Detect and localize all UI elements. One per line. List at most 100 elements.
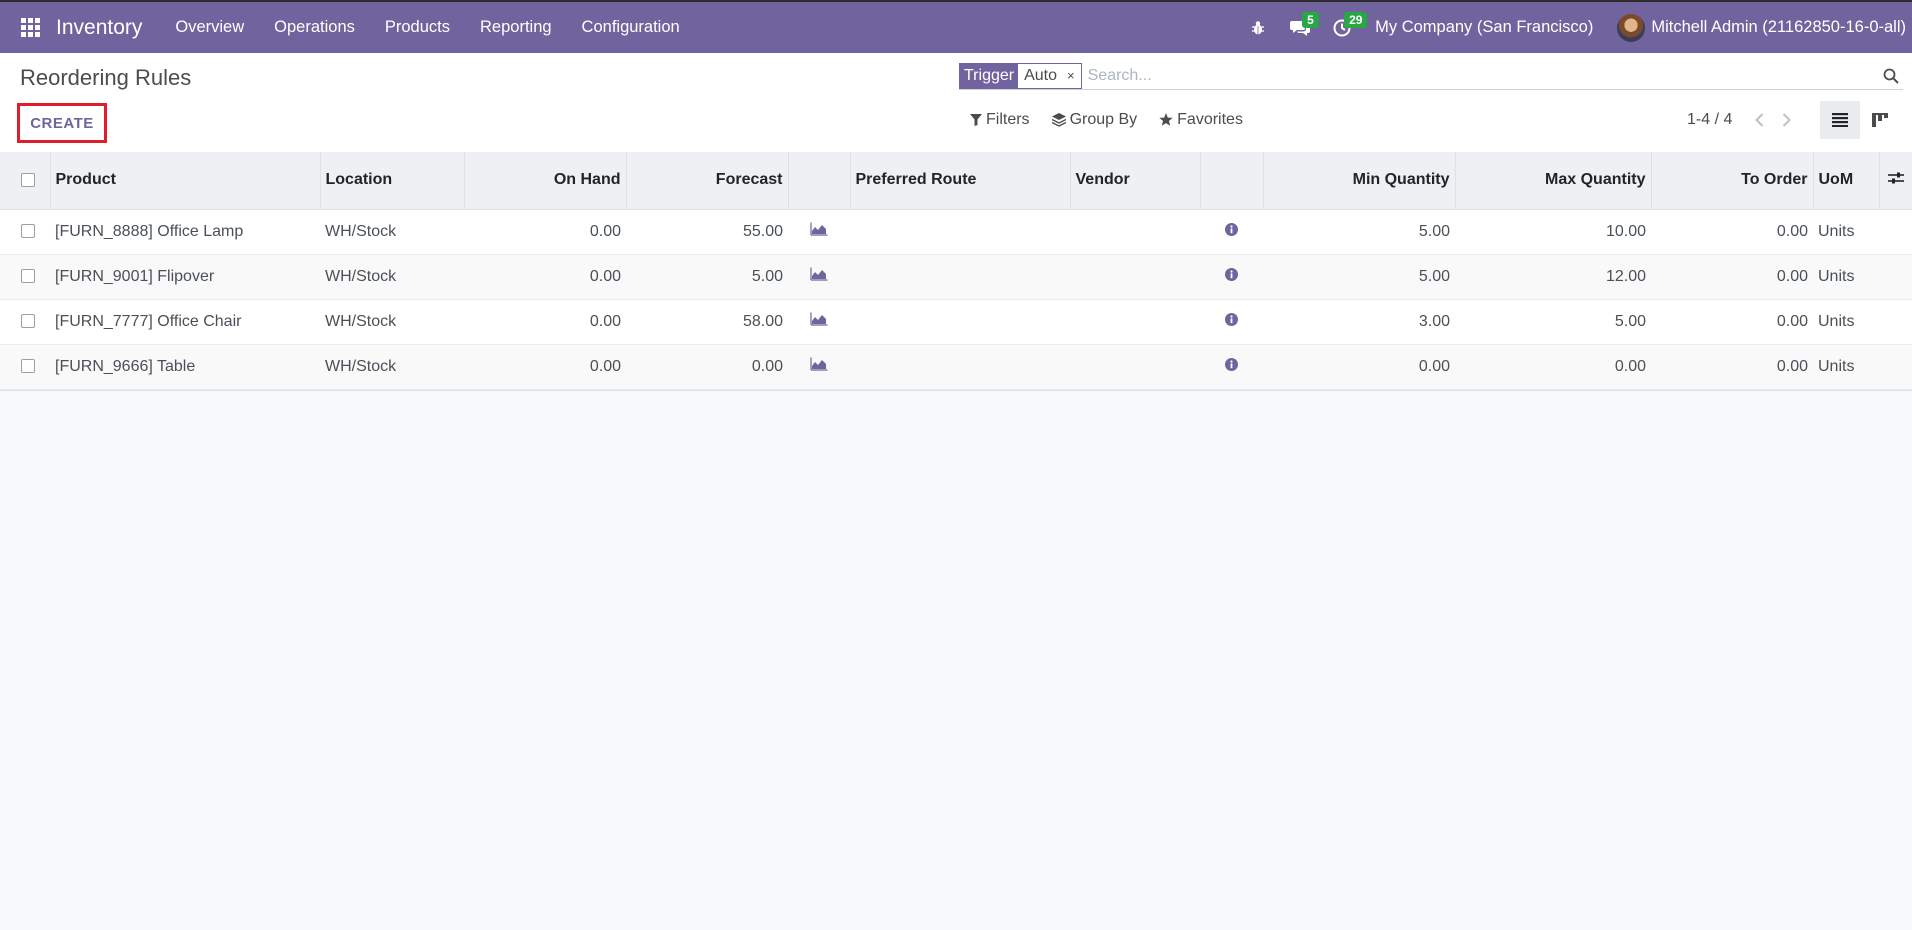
cell-min-quantity[interactable]: 5.00: [1263, 209, 1455, 255]
table-row[interactable]: [FURN_7777] Office Chair WH/Stock 0.00 5…: [0, 299, 1912, 345]
cell-max-quantity[interactable]: 0.00: [1455, 344, 1651, 390]
cell-vendor[interactable]: [1070, 209, 1200, 255]
forecast-graph-icon[interactable]: [788, 209, 850, 255]
activities-clock-icon[interactable]: 29: [1321, 2, 1368, 53]
company-switcher[interactable]: My Company (San Francisco): [1363, 18, 1617, 37]
cell-min-quantity[interactable]: 0.00: [1263, 344, 1455, 390]
column-min-quantity[interactable]: Min Quantity: [1263, 152, 1456, 210]
forecast-graph-icon[interactable]: [788, 254, 850, 300]
app-brand[interactable]: Inventory: [56, 16, 142, 40]
row-checkbox[interactable]: [0, 299, 50, 345]
cell-empty: [1879, 299, 1912, 345]
cell-forecast[interactable]: 0.00: [626, 344, 788, 390]
column-on-hand[interactable]: On Hand: [464, 152, 627, 210]
create-button[interactable]: CREATE: [17, 103, 107, 143]
search-input[interactable]: [1087, 62, 1879, 89]
search-bar: Trigger Auto ×: [959, 62, 1903, 90]
column-forecast[interactable]: Forecast: [626, 152, 789, 210]
column-to-order[interactable]: To Order: [1651, 152, 1814, 210]
cell-product[interactable]: [FURN_9001] Flipover: [50, 254, 320, 300]
row-checkbox[interactable]: [0, 344, 50, 390]
cell-min-quantity[interactable]: 3.00: [1263, 299, 1455, 345]
pager-value[interactable]: 1-4 / 4: [1687, 111, 1732, 129]
cell-product[interactable]: [FURN_8888] Office Lamp: [50, 209, 320, 255]
cell-product[interactable]: [FURN_9666] Table: [50, 344, 320, 390]
cell-vendor[interactable]: [1070, 254, 1200, 300]
column-vendor[interactable]: Vendor: [1070, 152, 1201, 210]
cell-location[interactable]: WH/Stock: [320, 254, 464, 300]
column-uom[interactable]: UoM: [1813, 152, 1880, 210]
cell-preferred-route[interactable]: [850, 299, 1070, 345]
row-checkbox[interactable]: [0, 209, 50, 255]
column-max-quantity[interactable]: Max Quantity: [1455, 152, 1652, 210]
info-icon[interactable]: [1200, 344, 1263, 390]
list-view-icon[interactable]: [1820, 101, 1860, 139]
pager-previous-icon[interactable]: [1746, 113, 1773, 127]
favorites-button[interactable]: Favorites: [1159, 111, 1243, 129]
user-menu[interactable]: Mitchell Admin (21162850-16-0-all): [1617, 13, 1912, 42]
apps-menu-icon[interactable]: [0, 2, 60, 53]
messages-badge: 5: [1302, 12, 1319, 28]
forecast-graph-icon[interactable]: [788, 344, 850, 390]
info-icon[interactable]: [1200, 299, 1263, 345]
menu-overview[interactable]: Overview: [160, 2, 259, 53]
cell-to-order[interactable]: 0.00: [1651, 254, 1813, 300]
cell-vendor[interactable]: [1070, 344, 1200, 390]
menu-reporting[interactable]: Reporting: [465, 2, 567, 53]
search-icon[interactable]: [1879, 64, 1903, 88]
cell-on-hand[interactable]: 0.00: [464, 209, 626, 255]
cell-empty: [1879, 344, 1912, 390]
forecast-graph-icon[interactable]: [788, 299, 850, 345]
group-by-button[interactable]: Group By: [1051, 111, 1137, 129]
messages-icon[interactable]: 5: [1279, 2, 1321, 53]
cell-location[interactable]: WH/Stock: [320, 344, 464, 390]
cell-uom[interactable]: Units: [1813, 344, 1879, 390]
debug-bug-icon[interactable]: [1237, 2, 1279, 53]
row-checkbox[interactable]: [0, 254, 50, 300]
facet-remove-icon[interactable]: ×: [1061, 63, 1081, 88]
cell-forecast[interactable]: 55.00: [626, 209, 788, 255]
column-location[interactable]: Location: [320, 152, 465, 210]
column-product[interactable]: Product: [50, 152, 321, 210]
cell-max-quantity[interactable]: 12.00: [1455, 254, 1651, 300]
cell-uom[interactable]: Units: [1813, 254, 1879, 300]
cell-max-quantity[interactable]: 10.00: [1455, 209, 1651, 255]
cell-uom[interactable]: Units: [1813, 209, 1879, 255]
cell-empty: [1879, 209, 1912, 255]
cell-product[interactable]: [FURN_7777] Office Chair: [50, 299, 320, 345]
filters-button[interactable]: Filters: [970, 111, 1030, 129]
cell-to-order[interactable]: 0.00: [1651, 209, 1813, 255]
menu-operations[interactable]: Operations: [259, 2, 370, 53]
cell-uom[interactable]: Units: [1813, 299, 1879, 345]
cell-forecast[interactable]: 5.00: [626, 254, 788, 300]
cell-on-hand[interactable]: 0.00: [464, 344, 626, 390]
cell-location[interactable]: WH/Stock: [320, 299, 464, 345]
select-all-checkbox[interactable]: [0, 152, 51, 210]
user-name: Mitchell Admin (21162850-16-0-all): [1651, 18, 1906, 36]
cell-to-order[interactable]: 0.00: [1651, 344, 1813, 390]
cell-preferred-route[interactable]: [850, 209, 1070, 255]
optional-columns-toggle-icon[interactable]: [1879, 152, 1912, 210]
star-icon: [1159, 113, 1173, 126]
cell-preferred-route[interactable]: [850, 344, 1070, 390]
menu-products[interactable]: Products: [370, 2, 465, 53]
cell-location[interactable]: WH/Stock: [320, 209, 464, 255]
info-icon[interactable]: [1200, 254, 1263, 300]
cell-preferred-route[interactable]: [850, 254, 1070, 300]
cell-on-hand[interactable]: 0.00: [464, 299, 626, 345]
cell-min-quantity[interactable]: 5.00: [1263, 254, 1455, 300]
table-row[interactable]: [FURN_9666] Table WH/Stock 0.00 0.00 0.0…: [0, 344, 1912, 390]
cell-max-quantity[interactable]: 5.00: [1455, 299, 1651, 345]
cell-on-hand[interactable]: 0.00: [464, 254, 626, 300]
info-icon[interactable]: [1200, 209, 1263, 255]
cell-forecast[interactable]: 58.00: [626, 299, 788, 345]
column-preferred-route[interactable]: Preferred Route: [850, 152, 1071, 210]
table-row[interactable]: [FURN_9001] Flipover WH/Stock 0.00 5.00 …: [0, 254, 1912, 300]
pager-next-icon[interactable]: [1773, 113, 1800, 127]
kanban-view-icon[interactable]: [1860, 101, 1900, 139]
table-row[interactable]: [FURN_8888] Office Lamp WH/Stock 0.00 55…: [0, 209, 1912, 255]
filters-label: Filters: [986, 111, 1030, 128]
cell-to-order[interactable]: 0.00: [1651, 299, 1813, 345]
menu-configuration[interactable]: Configuration: [567, 2, 695, 53]
cell-vendor[interactable]: [1070, 299, 1200, 345]
